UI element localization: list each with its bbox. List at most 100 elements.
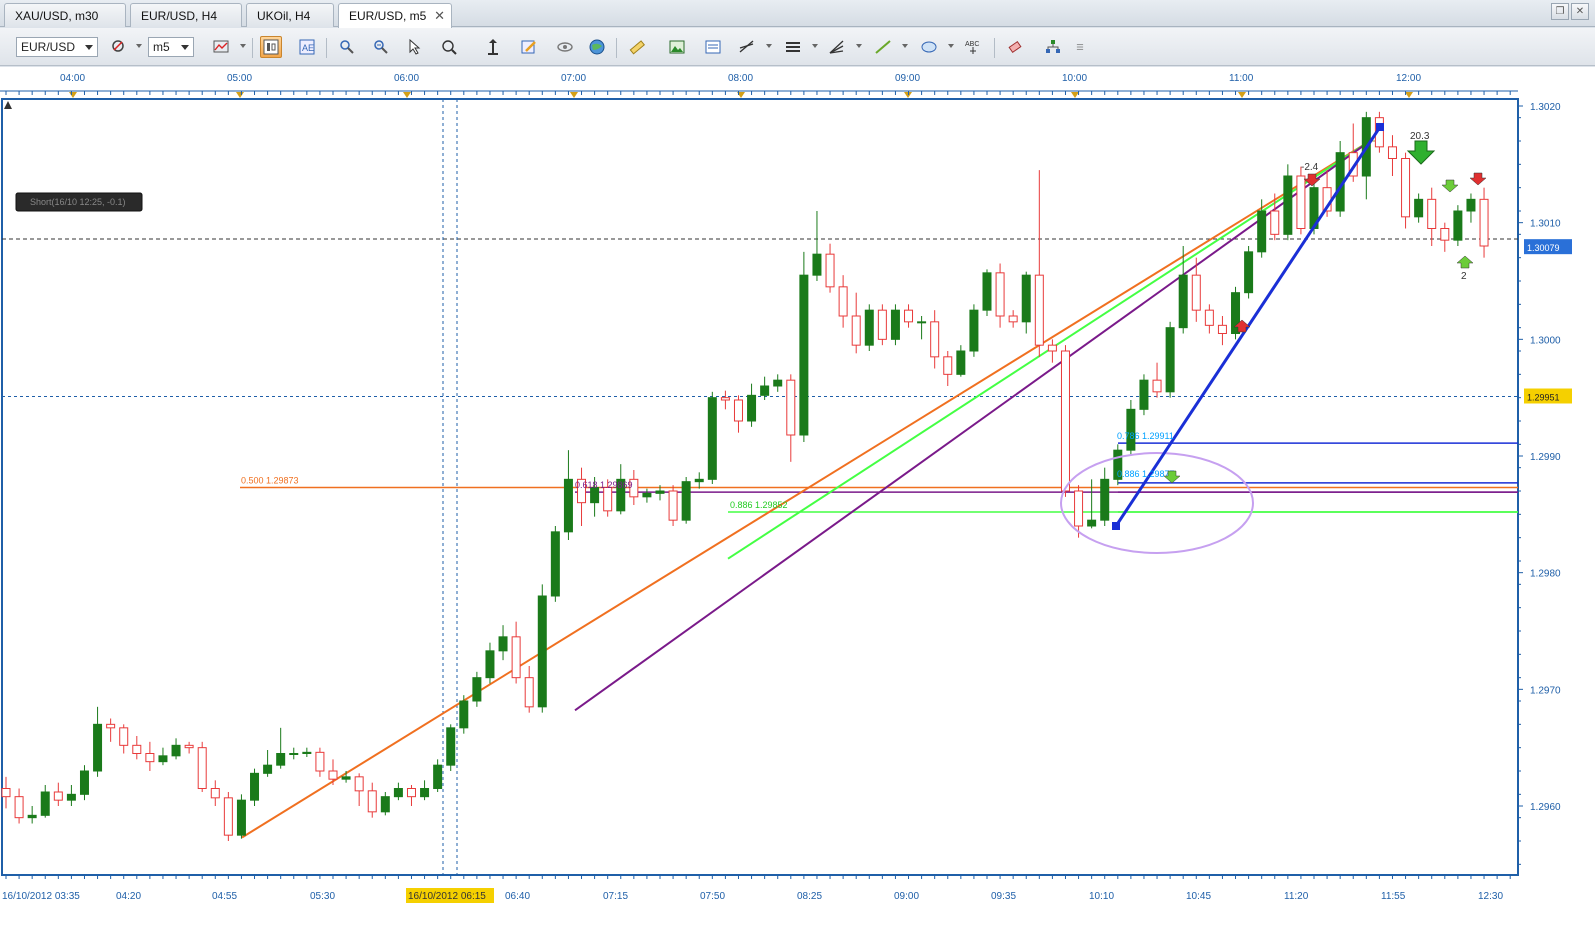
tab-xauusd-m30[interactable]: XAU/USD, m30 bbox=[4, 3, 126, 27]
candle-body[interactable] bbox=[1270, 210, 1280, 235]
candle-body[interactable] bbox=[53, 791, 63, 801]
candle-body[interactable] bbox=[773, 379, 783, 387]
candle-body[interactable] bbox=[289, 753, 299, 755]
candle-body[interactable] bbox=[1401, 158, 1411, 218]
candle-body[interactable] bbox=[1126, 408, 1136, 451]
candle-body[interactable] bbox=[1283, 175, 1293, 235]
objects-button[interactable] bbox=[1042, 36, 1064, 58]
candle-body[interactable] bbox=[446, 727, 456, 766]
candle-body[interactable] bbox=[380, 796, 390, 813]
candle-body[interactable] bbox=[1178, 274, 1188, 329]
candle-body[interactable] bbox=[655, 490, 665, 494]
candle-body[interactable] bbox=[733, 399, 743, 422]
candle-body[interactable] bbox=[341, 776, 351, 780]
candle-body[interactable] bbox=[367, 790, 377, 813]
candle-body[interactable] bbox=[1, 788, 11, 798]
candle-body[interactable] bbox=[197, 747, 207, 790]
candle-body[interactable] bbox=[158, 755, 168, 763]
zoom-button[interactable] bbox=[438, 36, 460, 58]
candle-body[interactable] bbox=[1047, 344, 1057, 352]
candle-body[interactable] bbox=[943, 356, 953, 375]
candle-body[interactable] bbox=[969, 309, 979, 352]
candle-body[interactable] bbox=[433, 764, 443, 790]
scale-button[interactable] bbox=[482, 36, 504, 58]
draw-lines-button[interactable] bbox=[736, 36, 758, 58]
candle-body[interactable] bbox=[1387, 146, 1397, 160]
candle-body[interactable] bbox=[1074, 490, 1084, 527]
candle-body[interactable] bbox=[956, 350, 966, 375]
trendline-button[interactable] bbox=[872, 36, 894, 58]
candle-body[interactable] bbox=[1060, 350, 1070, 492]
candle-body[interactable] bbox=[1257, 210, 1267, 253]
candle-body[interactable] bbox=[485, 650, 495, 679]
candle-body[interactable] bbox=[1244, 251, 1254, 294]
picture-button[interactable] bbox=[666, 36, 688, 58]
candle-body[interactable] bbox=[1139, 379, 1149, 410]
candle-body[interactable] bbox=[1414, 198, 1424, 218]
candle-body[interactable] bbox=[694, 478, 704, 483]
trendline-handle[interactable] bbox=[1112, 522, 1120, 530]
trendline-handle[interactable] bbox=[1376, 123, 1384, 131]
template-button[interactable] bbox=[702, 36, 724, 58]
candle-body[interactable] bbox=[1034, 274, 1044, 346]
chart-type-dropdown-icon[interactable] bbox=[240, 44, 246, 48]
chart-canvas[interactable]: 04:00 05:00 06:00 07:00 08:00 09:00 10:00 11:00… bbox=[0, 67, 1595, 931]
edit-button[interactable] bbox=[518, 36, 540, 58]
candle-body[interactable] bbox=[93, 723, 103, 772]
candle-body[interactable] bbox=[1165, 327, 1175, 393]
chart-type-button[interactable] bbox=[210, 36, 232, 58]
candle-body[interactable] bbox=[236, 799, 246, 836]
candle-body[interactable] bbox=[917, 321, 927, 324]
candle-body[interactable] bbox=[14, 796, 24, 819]
candle-body[interactable] bbox=[642, 492, 652, 498]
horizontal-lines-button[interactable] bbox=[782, 36, 804, 58]
close-tab-icon[interactable]: ✕ bbox=[434, 8, 445, 24]
candle-body[interactable] bbox=[79, 770, 89, 795]
candle-body[interactable] bbox=[877, 309, 887, 340]
refresh-button[interactable] bbox=[336, 36, 358, 58]
candle-body[interactable] bbox=[171, 744, 181, 757]
candle-body[interactable] bbox=[393, 788, 403, 798]
candle-body[interactable] bbox=[459, 700, 469, 729]
fibonacci-button[interactable] bbox=[826, 36, 848, 58]
candle-body[interactable] bbox=[1204, 309, 1214, 326]
candle-body[interactable] bbox=[27, 814, 37, 819]
candle-body[interactable] bbox=[812, 253, 822, 276]
candle-body[interactable] bbox=[1296, 175, 1306, 229]
candle-body[interactable] bbox=[995, 272, 1005, 317]
candle-body[interactable] bbox=[799, 274, 809, 436]
candle-body[interactable] bbox=[760, 385, 770, 396]
candle-body[interactable] bbox=[851, 315, 861, 346]
instrument-select[interactable]: EUR/USD bbox=[16, 37, 98, 57]
candle-body[interactable] bbox=[40, 791, 50, 816]
candle-body[interactable] bbox=[838, 286, 848, 317]
candle-body[interactable] bbox=[563, 478, 573, 533]
ellipse-dropdown-icon[interactable] bbox=[948, 44, 954, 48]
candle-body[interactable] bbox=[184, 744, 194, 749]
candle-body[interactable] bbox=[223, 797, 233, 836]
candle-body[interactable] bbox=[1217, 324, 1227, 335]
candle-body[interactable] bbox=[263, 764, 273, 774]
tab-eurusd-h4[interactable]: EUR/USD, H4 bbox=[130, 3, 242, 27]
eraser-button[interactable] bbox=[1004, 36, 1026, 58]
more-button[interactable] bbox=[1072, 36, 1088, 58]
globe-button[interactable] bbox=[586, 36, 608, 58]
candle-body[interactable] bbox=[250, 772, 260, 801]
tab-eurusd-m5[interactable]: EUR/USD, m5 ✕ bbox=[338, 3, 452, 28]
text-button[interactable]: ABC bbox=[962, 36, 984, 58]
candle-body[interactable] bbox=[132, 744, 142, 754]
candle-body[interactable] bbox=[315, 751, 325, 772]
horizontal-lines-dropdown-icon[interactable] bbox=[812, 44, 818, 48]
ellipse-button[interactable] bbox=[918, 36, 940, 58]
candle-body[interactable] bbox=[66, 793, 76, 801]
close-window-button[interactable]: ✕ bbox=[1571, 3, 1589, 20]
candle-body[interactable] bbox=[1008, 315, 1018, 323]
candle-body[interactable] bbox=[302, 751, 312, 754]
candle-body[interactable] bbox=[982, 272, 992, 311]
candle-body[interactable] bbox=[210, 788, 220, 799]
magnifier-button[interactable] bbox=[554, 36, 576, 58]
candle-body[interactable] bbox=[472, 677, 482, 702]
candle-body[interactable] bbox=[825, 253, 835, 288]
draw-lines-dropdown-icon[interactable] bbox=[766, 44, 772, 48]
candle-body[interactable] bbox=[1440, 228, 1450, 241]
